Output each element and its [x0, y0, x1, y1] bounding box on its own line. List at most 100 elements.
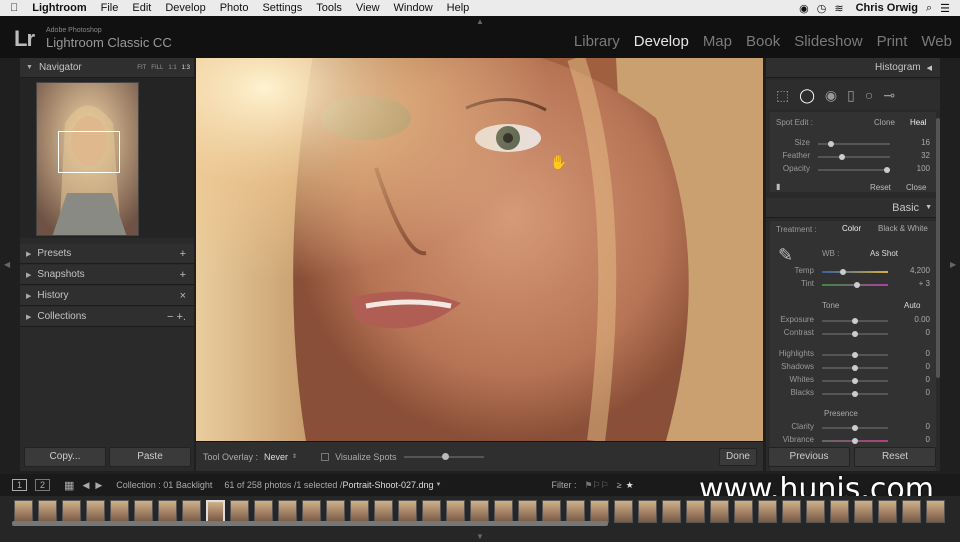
collections-header[interactable]: ▶ Collections − +.	[20, 307, 194, 327]
clone-option[interactable]: Clone	[874, 118, 895, 127]
filmstrip-thumbnail[interactable]	[158, 500, 177, 523]
module-develop[interactable]: Develop	[634, 33, 689, 50]
collapse-top-icon[interactable]: ▲	[476, 17, 484, 26]
slider-knob[interactable]	[852, 438, 858, 444]
treatment-color[interactable]: Color	[842, 224, 861, 233]
filmstrip-thumbnail[interactable]	[38, 500, 57, 523]
module-book[interactable]: Book	[746, 33, 780, 50]
filmstrip-thumbnail[interactable]	[518, 500, 537, 523]
collapse-left-icon[interactable]: ◀	[4, 260, 10, 269]
filmstrip-thumbnail[interactable]	[254, 500, 273, 523]
main-window-toggle[interactable]: 1	[12, 479, 28, 491]
history-header[interactable]: ▶ History ×	[20, 286, 194, 306]
slider-value[interactable]: 0	[926, 435, 930, 444]
filmstrip-thumbnail[interactable]	[398, 500, 417, 523]
menu-lightroom[interactable]: Lightroom	[32, 2, 86, 14]
spot-removal-icon[interactable]: ◯	[799, 87, 815, 104]
opacity-slider[interactable]	[818, 167, 890, 173]
menu-window[interactable]: Window	[394, 2, 433, 14]
search-icon[interactable]: ⌕	[926, 2, 932, 15]
contrast-slider[interactable]	[822, 331, 888, 337]
filmstrip-thumbnail[interactable]	[590, 500, 609, 523]
filmstrip-thumbnail[interactable]	[662, 500, 681, 523]
slider-value[interactable]: 0	[926, 349, 930, 358]
tool-overlay-select[interactable]: Never	[264, 452, 288, 462]
filmstrip-thumbnail[interactable]	[782, 500, 801, 523]
vibrance-slider[interactable]	[822, 438, 888, 444]
tint-slider[interactable]	[822, 282, 888, 288]
menu-photo[interactable]: Photo	[220, 2, 249, 14]
filmstrip-thumbnail[interactable]	[446, 500, 465, 523]
temp-slider[interactable]	[822, 269, 888, 275]
zoom-1-1[interactable]: 1:1	[168, 65, 176, 71]
filmstrip-thumbnail[interactable]	[806, 500, 825, 523]
visualize-slider-knob[interactable]	[442, 452, 450, 460]
slider-value[interactable]: 0	[926, 328, 930, 337]
slider-knob[interactable]	[852, 391, 858, 397]
slider-knob[interactable]	[827, 141, 834, 147]
crop-icon[interactable]: ⬚	[776, 87, 789, 104]
back-arrow-icon[interactable]: ◀	[82, 480, 89, 491]
spot-close[interactable]: Close	[906, 183, 926, 192]
module-web[interactable]: Web	[921, 33, 952, 50]
add-preset-icon[interactable]: +	[180, 248, 186, 260]
slider-value[interactable]: 0.00	[914, 315, 930, 324]
star-filter-icon[interactable]: ★	[626, 480, 634, 491]
filmstrip-thumbnail[interactable]	[62, 500, 81, 523]
menu-tools[interactable]: Tools	[316, 2, 342, 14]
whites-slider[interactable]	[822, 378, 888, 384]
filmstrip-thumbnail[interactable]	[422, 500, 441, 523]
slider-knob[interactable]	[852, 352, 858, 358]
filmstrip-thumbnail[interactable]	[854, 500, 873, 523]
presets-header[interactable]: ▶ Presets +	[20, 244, 194, 264]
user-name[interactable]: Chris Orwig	[856, 2, 918, 14]
collections-actions-icon[interactable]: − +.	[167, 311, 186, 323]
eyedropper-icon[interactable]: ✎	[778, 245, 793, 266]
filmstrip-thumbnail[interactable]	[566, 500, 585, 523]
graduated-filter-icon[interactable]: ▯	[847, 87, 855, 104]
basic-header[interactable]: Basic ▼	[766, 198, 940, 218]
filmstrip-thumbnail[interactable]	[686, 500, 705, 523]
dropdown-icon[interactable]: ▼	[436, 482, 442, 488]
apple-icon[interactable]: 	[10, 2, 18, 14]
slider-value[interactable]: 32	[921, 151, 930, 160]
menu-help[interactable]: Help	[447, 2, 470, 14]
rating-operator-icon[interactable]: ≥	[617, 480, 622, 490]
timemachine-icon[interactable]: ◷	[817, 2, 827, 15]
zoom-fill[interactable]: FILL	[151, 65, 163, 71]
previous-button[interactable]: Previous	[768, 447, 850, 467]
filmstrip-thumbnail[interactable]	[278, 500, 297, 523]
zoom-fit[interactable]: FIT	[137, 65, 146, 71]
blacks-slider[interactable]	[822, 391, 888, 397]
slider-knob[interactable]	[853, 282, 860, 288]
list-icon[interactable]: ☰	[940, 2, 950, 15]
collapse-bottom-icon[interactable]: ▼	[476, 532, 484, 541]
done-button[interactable]: Done	[719, 448, 757, 466]
slider-knob[interactable]	[852, 331, 858, 337]
clarity-slider[interactable]	[822, 425, 888, 431]
brush-icon[interactable]: ⊸	[883, 87, 895, 104]
filmstrip-thumbnail[interactable]	[14, 500, 33, 523]
filmstrip-thumbnail[interactable]	[110, 500, 129, 523]
slider-value[interactable]: 4,200	[910, 266, 930, 275]
filmstrip-thumbnail[interactable]	[326, 500, 345, 523]
shadows-slider[interactable]	[822, 365, 888, 371]
paste-button[interactable]: Paste	[109, 447, 191, 467]
slider-value[interactable]: 0	[926, 375, 930, 384]
add-snapshot-icon[interactable]: +	[180, 269, 186, 281]
heal-option[interactable]: Heal	[910, 118, 926, 127]
grid-icon[interactable]: ▦	[64, 479, 74, 492]
size-slider[interactable]	[818, 141, 890, 147]
filmstrip-thumbnail[interactable]	[902, 500, 921, 523]
module-slideshow[interactable]: Slideshow	[794, 33, 862, 50]
module-map[interactable]: Map	[703, 33, 732, 50]
filmstrip-thumbnail[interactable]	[374, 500, 393, 523]
snapshots-header[interactable]: ▶ Snapshots +	[20, 265, 194, 285]
slider-knob[interactable]	[852, 318, 858, 324]
filmstrip-thumbnail[interactable]	[614, 500, 633, 523]
filmstrip-thumbnail[interactable]	[134, 500, 153, 523]
reset-button[interactable]: Reset	[854, 447, 936, 467]
zoom-1-3[interactable]: 1:3	[182, 65, 190, 71]
spot-reset[interactable]: Reset	[870, 183, 891, 192]
module-library[interactable]: Library	[574, 33, 620, 50]
